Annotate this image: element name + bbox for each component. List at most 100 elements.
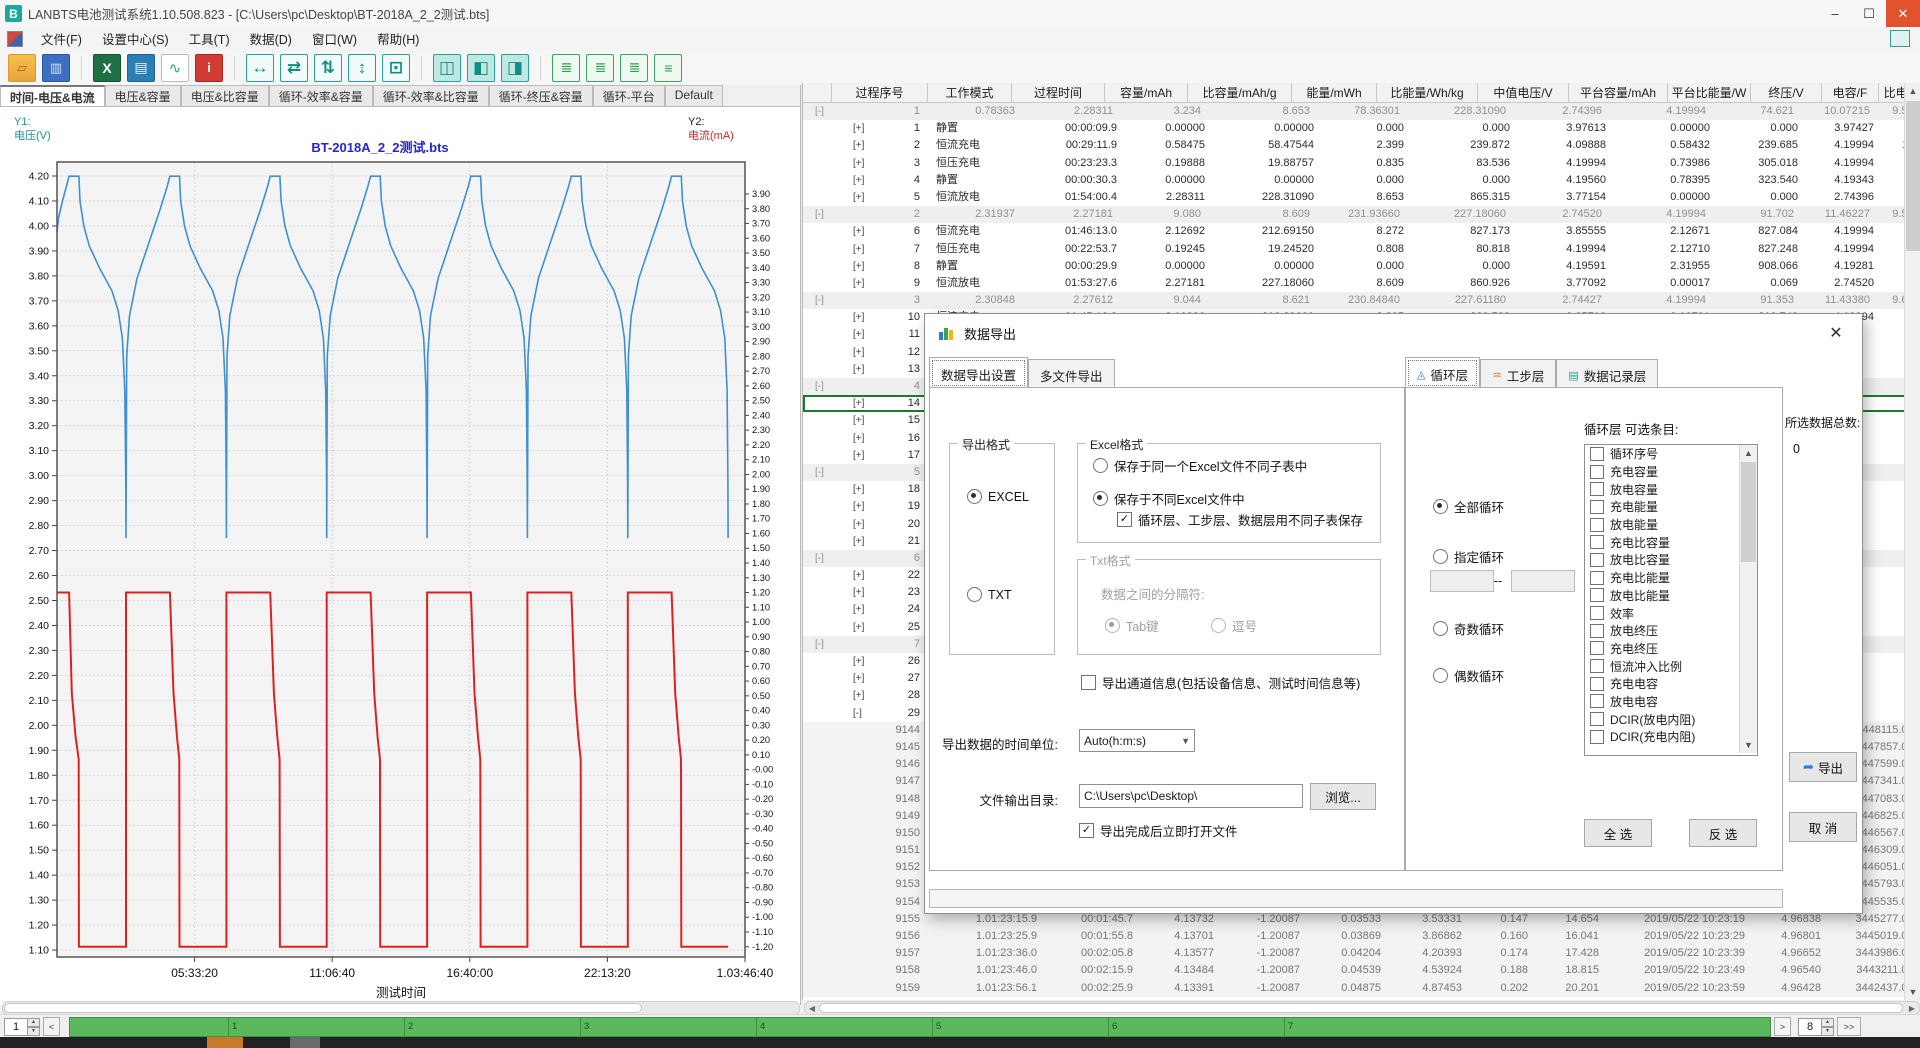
column-header[interactable]: 电容/F [1822,83,1879,103]
cycle-field-item[interactable]: 放电终压 [1585,622,1757,640]
menu-item-工具T[interactable]: 工具(T) [179,26,240,51]
grid-horizontal-scrollbar[interactable]: ◀ ▶ [804,1001,1920,1015]
page-tick-4[interactable]: 4 [756,1018,765,1036]
radio-txt[interactable]: TXT [967,587,1012,602]
chart-tab-7[interactable]: 循环-平台 [593,85,665,106]
column-header[interactable]: 比容量/mAh/g [1188,83,1292,103]
scroll-left-icon[interactable]: ◀ [805,1004,819,1013]
cycle-field-item[interactable]: 充电电容 [1585,675,1757,693]
expand-icon[interactable]: [+] [853,241,864,258]
collapse-icon[interactable]: [-] [815,292,824,309]
step-row[interactable]: [+]8静置00:00:29.90.000000.000000.0000.000… [803,258,1920,275]
list-view-4-icon[interactable]: ≡ [654,54,682,82]
column-header[interactable]: 平台容量/mAh [1569,83,1668,103]
vertical-scrollbar[interactable]: ▲ ▼ [1904,83,1920,1000]
cycle-field-item[interactable]: 恒流冲入比例 [1585,657,1757,675]
column-header[interactable] [803,83,832,103]
column-header[interactable]: 平台比能量/W [1668,83,1751,103]
current-page-input[interactable]: 1 [4,1018,28,1036]
collapse-icon[interactable]: [-] [815,378,824,395]
expand-icon[interactable]: [+] [853,361,864,378]
cancel-button[interactable]: 取 消 [1789,812,1857,842]
chart-tab-1[interactable]: 时间-电压&电流 [0,85,105,106]
column-header[interactable]: 工作模式 [928,83,1012,103]
step-row[interactable]: [+]9恒流放电01:53:27.62.27181227.180608.6098… [803,275,1920,292]
cycle-field-item[interactable]: 充电比能量 [1585,569,1757,587]
full-view-icon[interactable]: ⊡ [382,54,410,82]
close-button[interactable]: ✕ [1886,0,1920,27]
collapse-icon[interactable]: [-] [853,705,862,722]
record-row[interactable]: 91591.01:23:56.100:02:25.94.13391-1.2008… [803,980,1920,997]
scroll-down-icon[interactable]: ▼ [1905,984,1920,1000]
zoom-xy-icon[interactable]: ⇄ [280,54,308,82]
expand-icon[interactable]: [+] [853,395,864,412]
scroll-up-icon[interactable]: ▲ [1905,83,1920,99]
step-row[interactable]: [+]7恒压充电00:22:53.70.1924519.245200.80880… [803,241,1920,258]
list-view-1-icon[interactable]: ≣ [552,54,580,82]
zoom-x-icon[interactable]: ↔ [246,54,274,82]
column-header[interactable]: 容量/mAh [1105,83,1188,103]
step-row[interactable]: [+]6恒流充电01:46:13.02.12692212.691508.2728… [803,223,1920,240]
step-row[interactable]: [+]1静置00:00:09.90.000000.000000.0000.000… [803,120,1920,137]
page-tick-1[interactable]: 1 [228,1018,237,1036]
cycle-field-item[interactable]: 放电能量 [1585,516,1757,534]
expand-icon[interactable]: [+] [853,120,864,137]
cycle-field-item[interactable]: 充电能量 [1585,498,1757,516]
expand-icon[interactable]: [+] [853,498,864,515]
collapse-icon[interactable]: [-] [815,103,824,120]
dialog-close-icon[interactable]: ✕ [1824,323,1848,343]
cycle-field-item[interactable]: 放电比容量 [1585,551,1757,569]
page-tick-3[interactable]: 3 [580,1018,589,1036]
cycle-field-item[interactable]: 效率 [1585,604,1757,622]
cycle-range-end-input[interactable] [1511,570,1575,592]
scrollbar-thumb[interactable] [1906,101,1920,251]
list-view-2-icon[interactable]: ≣ [586,54,614,82]
expand-icon[interactable]: [+] [853,137,864,154]
pane-right-icon[interactable]: ◨ [501,54,529,82]
chart-tab-8[interactable]: Default [665,85,723,106]
column-header[interactable]: 过程序号 [832,83,928,103]
expand-icon[interactable]: [+] [853,601,864,618]
fit-range-icon[interactable]: ↕ [348,54,376,82]
expand-icon[interactable]: [+] [853,344,864,361]
record-row[interactable]: 91561.01:23:25.900:01:55.84.13701-1.2008… [803,928,1920,945]
expand-icon[interactable]: [+] [853,516,864,533]
chart-tab-3[interactable]: 电压&比容量 [181,85,269,106]
menu-item-数据D[interactable]: 数据(D) [240,26,302,51]
pane-left-icon[interactable]: ◧ [467,54,495,82]
invert-selection-button[interactable]: 反 选 [1689,819,1757,847]
report-icon[interactable]: ▤ [127,54,155,82]
scroll-up-icon[interactable]: ▲ [1740,445,1757,461]
dialog-tab-cycle-layer[interactable]: ◬循环层 [1405,357,1480,389]
cycle-field-item[interactable]: 循环序号 [1585,445,1757,463]
expand-icon[interactable]: [+] [853,687,864,704]
step-row[interactable]: [+]5恒流放电01:54:00.42.28311228.310908.6538… [803,189,1920,206]
page-tick-5[interactable]: 5 [932,1018,941,1036]
chart-tab-6[interactable]: 循环-终压&容量 [489,85,593,106]
radio-different-excel-file[interactable]: 保存于不同Excel文件中 [1093,489,1245,508]
expand-icon[interactable]: [+] [853,619,864,636]
expand-icon[interactable]: [+] [853,258,864,275]
go-last-button[interactable]: >> [1837,1017,1861,1036]
radio-odd-cycles[interactable]: 奇数循环 [1433,619,1504,638]
radio-excel[interactable]: EXCEL [967,489,1029,504]
schedule-info-icon[interactable]: i [195,54,223,82]
export-button[interactable]: ➦导出 [1789,752,1857,782]
radio-even-cycles[interactable]: 偶数循环 [1433,666,1504,685]
step-row[interactable]: [+]2恒流充电00:29:11.90.5847558.475442.39923… [803,137,1920,154]
column-header[interactable]: 终压/V [1751,83,1822,103]
scrollbar-thumb[interactable] [1741,462,1756,562]
step-row[interactable]: [+]4静置00:00:30.30.000000.000000.0000.000… [803,172,1920,189]
time-unit-select[interactable]: Auto(h:m:s)▼ [1079,729,1195,752]
expand-icon[interactable]: [+] [853,223,864,240]
next-page-button[interactable]: > [1774,1017,1791,1036]
export-excel-icon[interactable]: X [93,54,121,82]
cycle-field-list[interactable]: 循环序号充电容量放电容量充电能量放电能量充电比容量放电比容量充电比能量放电比能量… [1584,444,1758,756]
taskbar-item[interactable] [290,1037,320,1048]
dialog-tab-export-settings[interactable]: 数据导出设置 [929,357,1028,389]
expand-icon[interactable]: [+] [853,447,864,464]
cycle-field-item[interactable]: 充电容量 [1585,463,1757,481]
expand-icon[interactable]: [+] [853,189,864,206]
chart-tab-5[interactable]: 循环-效率&比容量 [373,85,489,106]
record-row[interactable]: 91571.01:23:36.000:02:05.84.13577-1.2008… [803,945,1920,962]
